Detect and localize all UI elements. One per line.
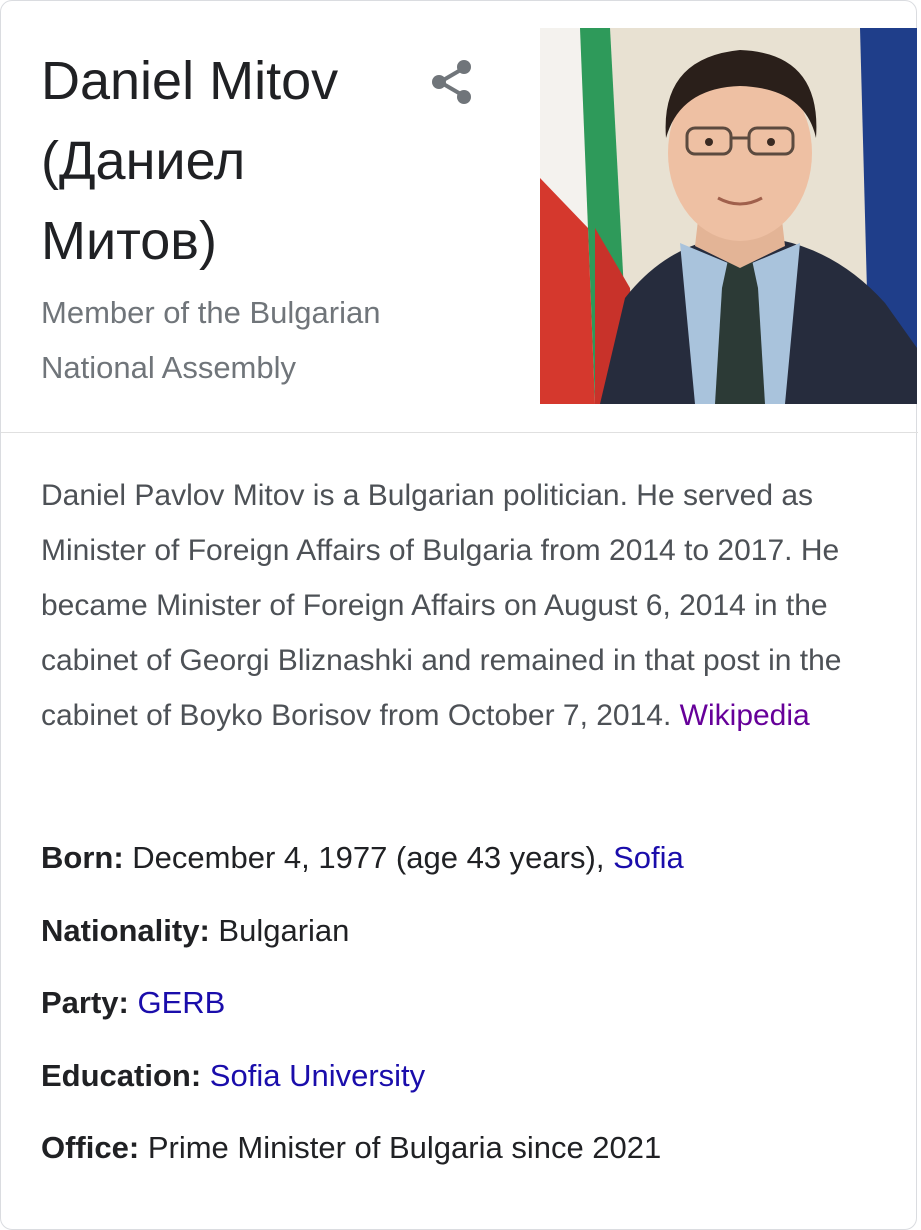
portrait-image	[540, 28, 917, 404]
share-button[interactable]	[425, 53, 481, 109]
fact-label: Born:	[41, 840, 124, 875]
profile-photo[interactable]	[540, 28, 917, 404]
subtitle-line-1: Member of the Bulgarian	[41, 295, 381, 330]
education-link[interactable]: Sofia University	[210, 1058, 425, 1093]
fact-label: Party:	[41, 985, 129, 1020]
description-text: Daniel Pavlov Mitov is a Bulgarian polit…	[41, 479, 842, 732]
share-icon	[432, 60, 471, 104]
party-link[interactable]: GERB	[138, 985, 226, 1020]
fact-party: Party: GERB	[41, 971, 901, 1044]
subtitle-line-2: National Assembly	[41, 350, 297, 385]
fact-education: Education: Sofia University	[41, 1044, 901, 1117]
wikipedia-link[interactable]: Wikipedia	[680, 699, 810, 732]
fact-value: Prime Minister of Bulgaria since 2021	[147, 1130, 662, 1165]
facts-list: Born: December 4, 1977 (age 43 years), S…	[41, 826, 901, 1189]
knowledge-panel: Daniel Mitov (Даниел Митов) Member of th…	[0, 0, 918, 1230]
fact-label: Education:	[41, 1057, 202, 1093]
title-line-2: (Даниел	[41, 131, 246, 191]
born-place-link[interactable]: Sofia	[613, 840, 684, 875]
fact-value: Bulgarian	[218, 912, 350, 948]
page-title: Daniel Mitov (Даниел Митов)	[41, 41, 401, 281]
fact-nationality: Nationality: Bulgarian	[41, 899, 901, 972]
title-line-3: Митов)	[41, 211, 217, 271]
fact-label: Office:	[41, 1130, 140, 1165]
fact-label: Nationality:	[41, 912, 210, 948]
description: Daniel Pavlov Mitov is a Bulgarian polit…	[41, 468, 881, 743]
page-subtitle: Member of the Bulgarian National Assembl…	[41, 285, 461, 395]
fact-office: Office: Prime Minister of Bulgaria since…	[41, 1116, 901, 1189]
fact-born: Born: December 4, 1977 (age 43 years), S…	[41, 826, 901, 899]
title-line-1: Daniel Mitov	[41, 51, 339, 111]
fact-value: December 4, 1977 (age 43 years),	[132, 840, 605, 875]
panel-header: Daniel Mitov (Даниел Митов) Member of th…	[1, 1, 918, 433]
